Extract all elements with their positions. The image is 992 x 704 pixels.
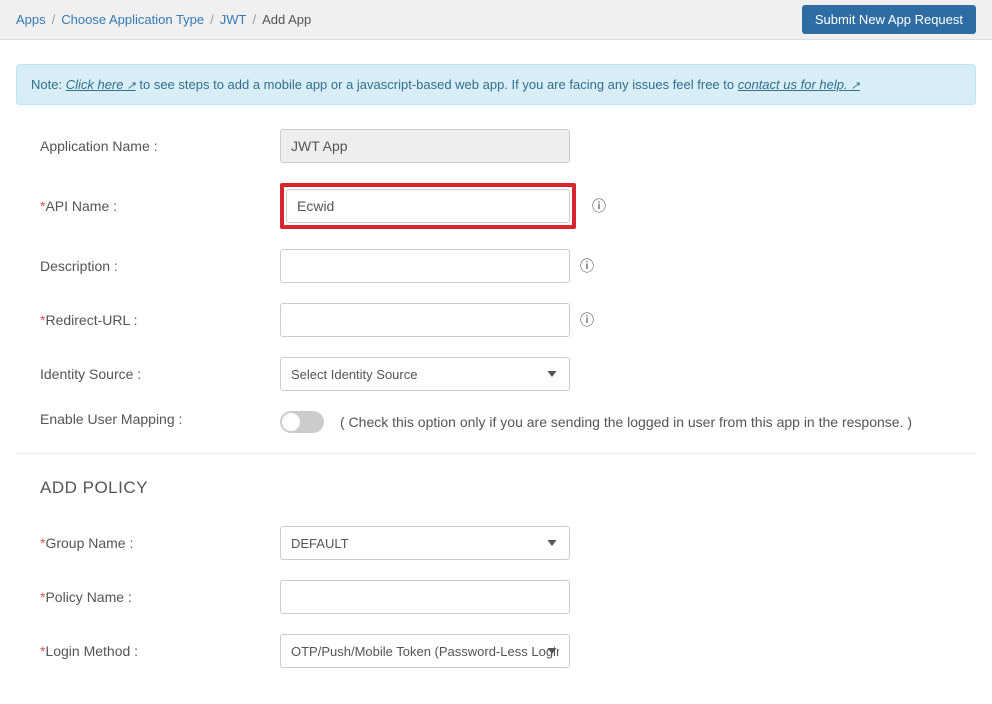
identity-source-label: Identity Source :	[40, 366, 280, 382]
info-icon[interactable]: ⓘ	[580, 256, 594, 276]
info-icon[interactable]: ⓘ	[580, 310, 594, 330]
application-name-field	[280, 129, 570, 163]
identity-source-select[interactable]: Select Identity Source	[280, 357, 570, 391]
redirect-url-label: *Redirect-URL :	[40, 312, 280, 328]
row-enable-user-mapping: Enable User Mapping : ( Check this optio…	[40, 411, 952, 433]
note-contact-link[interactable]: contact us for help. ↗	[738, 77, 860, 92]
note-prefix: Note:	[31, 77, 66, 92]
login-method-select[interactable]: OTP/Push/Mobile Token (Password-Less Log…	[280, 634, 570, 668]
row-login-method: *Login Method : OTP/Push/Mobile Token (P…	[40, 634, 952, 668]
description-label: Description :	[40, 258, 280, 274]
api-name-field[interactable]	[286, 189, 570, 223]
breadcrumb-apps[interactable]: Apps	[16, 12, 46, 27]
row-group-name: *Group Name : DEFAULT	[40, 526, 952, 560]
row-identity-source: Identity Source : Select Identity Source	[40, 357, 952, 391]
external-link-icon: ↗	[848, 80, 860, 92]
breadcrumb-choose-app-type[interactable]: Choose Application Type	[61, 12, 204, 27]
login-method-label: *Login Method :	[40, 643, 280, 659]
section-divider	[16, 453, 976, 454]
top-bar: Apps / Choose Application Type / JWT / A…	[0, 0, 992, 40]
policy-name-field[interactable]	[280, 580, 570, 614]
description-field[interactable]	[280, 249, 570, 283]
content: Note: Click here ↗ to see steps to add a…	[0, 40, 992, 704]
api-name-highlight	[280, 183, 576, 229]
breadcrumb-sep-icon: /	[52, 12, 56, 27]
breadcrumb-sep-icon: /	[210, 12, 214, 27]
note-text: to see steps to add a mobile app or a ja…	[136, 77, 738, 92]
policy-name-label: *Policy Name :	[40, 589, 280, 605]
api-name-label: *API Name :	[40, 198, 280, 214]
breadcrumb-current: Add App	[262, 12, 311, 27]
note-click-here-link[interactable]: Click here ↗	[66, 77, 136, 92]
enable-user-mapping-toggle[interactable]	[280, 411, 324, 433]
breadcrumb-jwt[interactable]: JWT	[220, 12, 247, 27]
row-redirect-url: *Redirect-URL : ⓘ	[40, 303, 952, 337]
breadcrumb-sep-icon: /	[252, 12, 256, 27]
group-name-select[interactable]: DEFAULT	[280, 526, 570, 560]
redirect-url-field[interactable]	[280, 303, 570, 337]
note-alert: Note: Click here ↗ to see steps to add a…	[16, 64, 976, 105]
row-api-name: *API Name : ⓘ	[40, 183, 952, 229]
enable-user-mapping-label: Enable User Mapping :	[40, 411, 280, 427]
submit-new-app-button[interactable]: Submit New App Request	[802, 5, 976, 34]
main-form: Application Name : *API Name : ⓘ Descrip…	[16, 129, 976, 668]
application-name-label: Application Name :	[40, 138, 280, 154]
external-link-icon: ↗	[123, 80, 135, 92]
row-description: Description : ⓘ	[40, 249, 952, 283]
enable-user-mapping-hint: ( Check this option only if you are send…	[340, 414, 912, 430]
info-icon[interactable]: ⓘ	[592, 196, 606, 216]
row-policy-name: *Policy Name :	[40, 580, 952, 614]
add-policy-title: ADD POLICY	[40, 478, 952, 498]
row-application-name: Application Name :	[40, 129, 952, 163]
breadcrumb: Apps / Choose Application Type / JWT / A…	[16, 12, 311, 27]
group-name-label: *Group Name :	[40, 535, 280, 551]
